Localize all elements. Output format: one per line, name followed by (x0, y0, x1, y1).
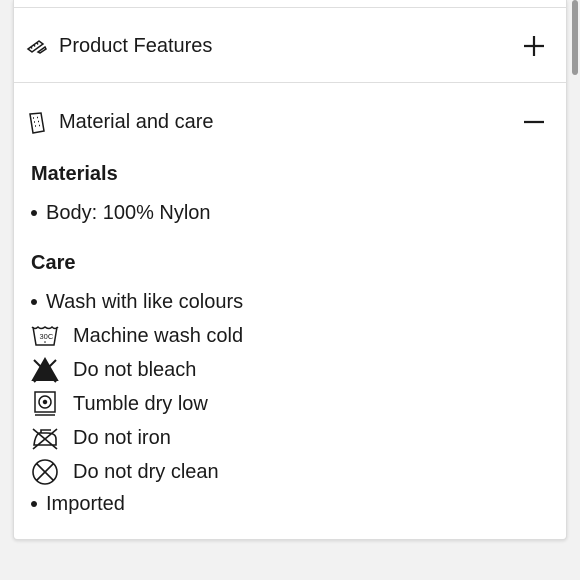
bullet-dot (31, 210, 37, 216)
care-instruction: 30C Machine wash cold (31, 322, 243, 350)
svg-text:30C: 30C (40, 332, 54, 341)
care-label-icon (25, 111, 49, 135)
accordion-material-and-care[interactable]: Material and care (14, 85, 566, 159)
bullet-dot (31, 501, 37, 507)
product-details-card: Product Features Material and care Mater… (13, 0, 567, 540)
care-instruction-label: Tumble dry low (73, 393, 208, 415)
do-not-dry-clean-icon (31, 458, 59, 486)
do-not-bleach-icon (31, 356, 59, 384)
accordion-title: Product Features (59, 35, 213, 57)
care-bullet: Imported (46, 493, 125, 515)
care-instruction-label: Do not dry clean (73, 461, 219, 483)
previous-section-edge (14, 0, 566, 8)
machine-wash-30c-icon: 30C (31, 322, 59, 350)
scrollbar-thumb[interactable] (572, 0, 578, 75)
care-instruction: Do not iron (31, 424, 171, 452)
tumble-dry-low-icon (31, 390, 59, 418)
accordion-product-features[interactable]: Product Features (14, 9, 566, 83)
list-item: Body: 100% Nylon (31, 201, 211, 225)
care-heading: Care (31, 252, 76, 274)
materials-heading: Materials (31, 163, 118, 185)
care-instruction: Do not dry clean (31, 458, 219, 486)
care-instruction-label: Do not bleach (73, 359, 197, 381)
minus-icon[interactable] (522, 110, 546, 134)
list-item: Wash with like colours (31, 290, 243, 314)
plus-icon[interactable] (522, 34, 546, 58)
do-not-iron-icon (31, 424, 59, 452)
list-item: Imported (31, 492, 125, 516)
care-instruction: Tumble dry low (31, 390, 208, 418)
care-instruction-label: Do not iron (73, 427, 171, 449)
accordion-title: Material and care (59, 111, 214, 133)
care-instruction: Do not bleach (31, 356, 196, 384)
bullet-dot (31, 299, 37, 305)
material-item: Body: 100% Nylon (46, 202, 211, 224)
ruler-pencil-icon (25, 35, 49, 59)
care-instruction-label: Machine wash cold (73, 325, 244, 347)
care-bullet: Wash with like colours (46, 291, 244, 313)
